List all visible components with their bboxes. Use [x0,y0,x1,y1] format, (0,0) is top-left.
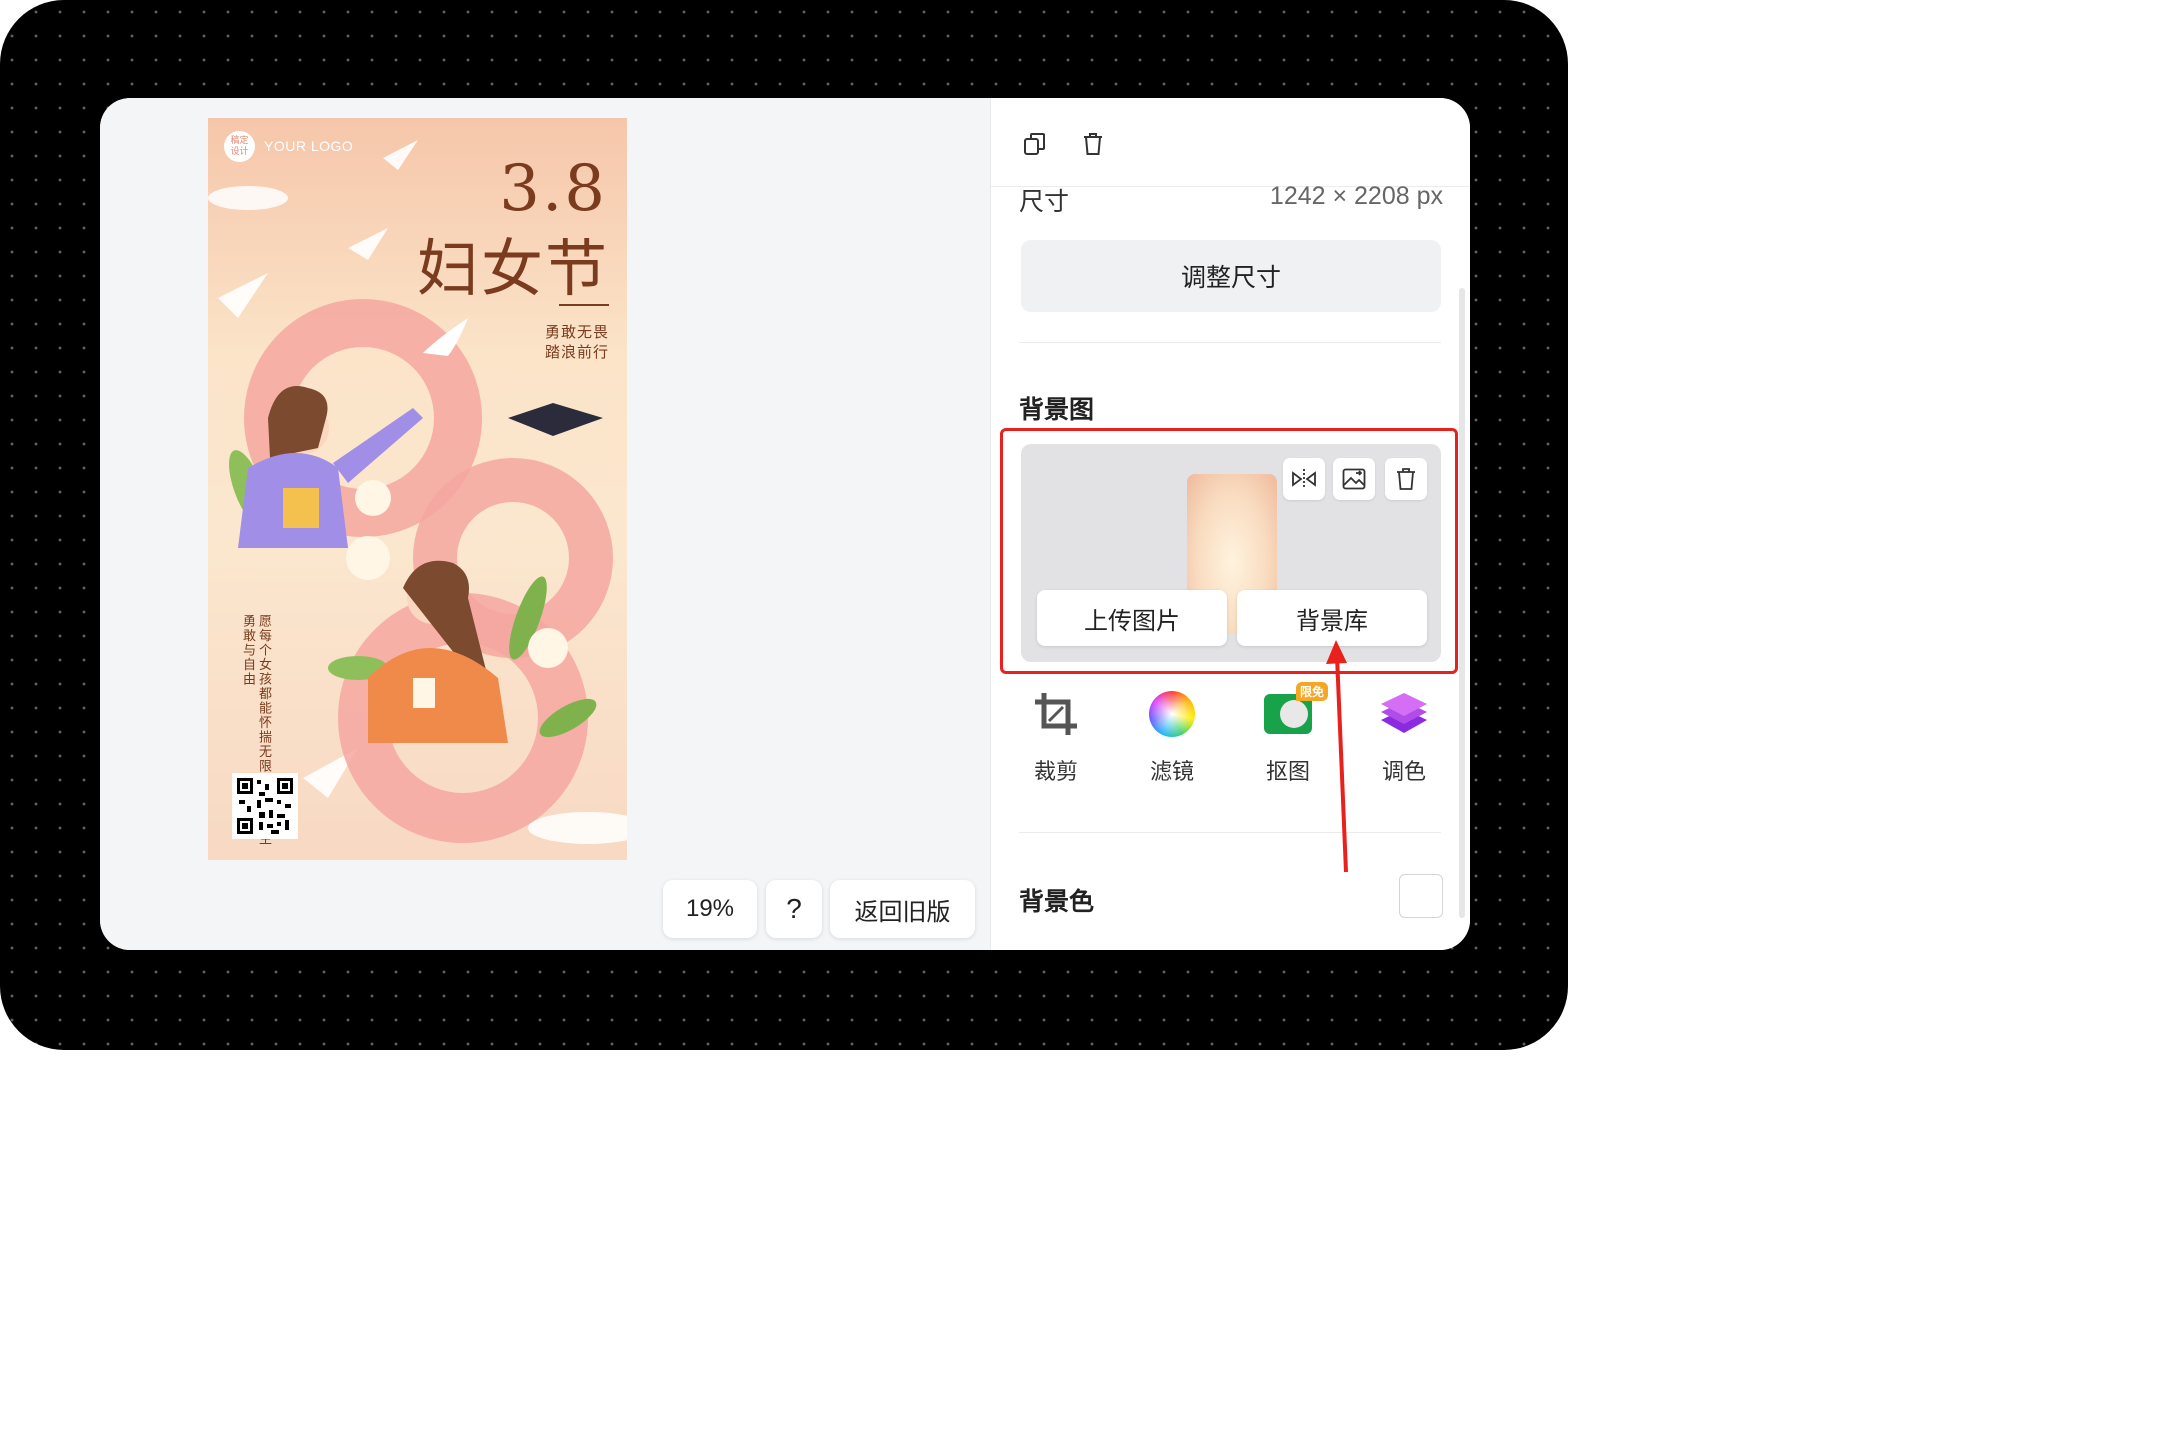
return-old-version-button[interactable]: 返回旧版 [830,880,975,938]
size-value: 1242 × 2208 px [1269,182,1443,210]
poster-logo-mark: 稿定 设计 [224,131,255,162]
resize-button[interactable]: 调整尺寸 [1021,240,1441,312]
tool-crop[interactable]: 裁剪 [1011,688,1101,786]
poster-slogan-line2: 踏浪前行 [544,344,609,361]
tool-filter[interactable]: 滤镜 [1127,688,1217,786]
poster-logo-text: YOUR LOGO [264,138,354,154]
crop-icon [1030,688,1082,740]
duplicate-icon[interactable] [1019,128,1051,160]
poster-slogan-line1: 勇敢无畏 [544,324,609,341]
poster-date: 3.8 [499,152,607,226]
poster-title: 妇女节 [416,235,609,304]
poster-slogan: 勇敢无畏 踏浪前行 [545,323,609,363]
size-label: 尺寸 [1019,188,1070,216]
cutout-icon: 限免 [1262,682,1328,740]
qr-code [232,773,298,839]
highlight-box [1000,428,1458,674]
tool-adjust-color[interactable]: 调色 [1359,688,1449,786]
background-image-title: 背景图 [1019,396,1095,424]
adjust-color-icon [1378,688,1430,740]
tool-label: 调色 [1381,759,1426,784]
help-button[interactable]: ? [766,880,822,938]
image-tools: 裁剪 滤镜 限免 抠图 调色 [991,682,1470,788]
panel-scrollbar[interactable] [1459,288,1465,918]
panel-toolbar [991,98,1470,187]
tool-label: 裁剪 [1033,759,1078,784]
section-divider [1019,832,1441,833]
delete-icon[interactable] [1077,128,1109,160]
free-badge: 限免 [1295,682,1328,701]
zoom-level-button[interactable]: 19% [663,880,757,938]
tool-label: 抠图 [1265,759,1310,784]
poster-title-rule [559,304,609,306]
poster-canvas[interactable]: 稿定 设计 YOUR LOGO 3.8 妇女节 勇敢无畏 踏浪前行 愿每个女孩都能… [208,118,627,860]
background-color-swatch[interactable] [1399,874,1443,918]
background-color-title: 背景色 [1019,888,1095,916]
section-divider [1019,342,1441,343]
canvas-area: 稿定 设计 YOUR LOGO 3.8 妇女节 勇敢无畏 踏浪前行 愿每个女孩都能… [100,98,990,950]
tool-cutout[interactable]: 限免 抠图 [1243,682,1333,786]
tool-label: 滤镜 [1149,759,1194,784]
filter-icon [1146,688,1198,740]
